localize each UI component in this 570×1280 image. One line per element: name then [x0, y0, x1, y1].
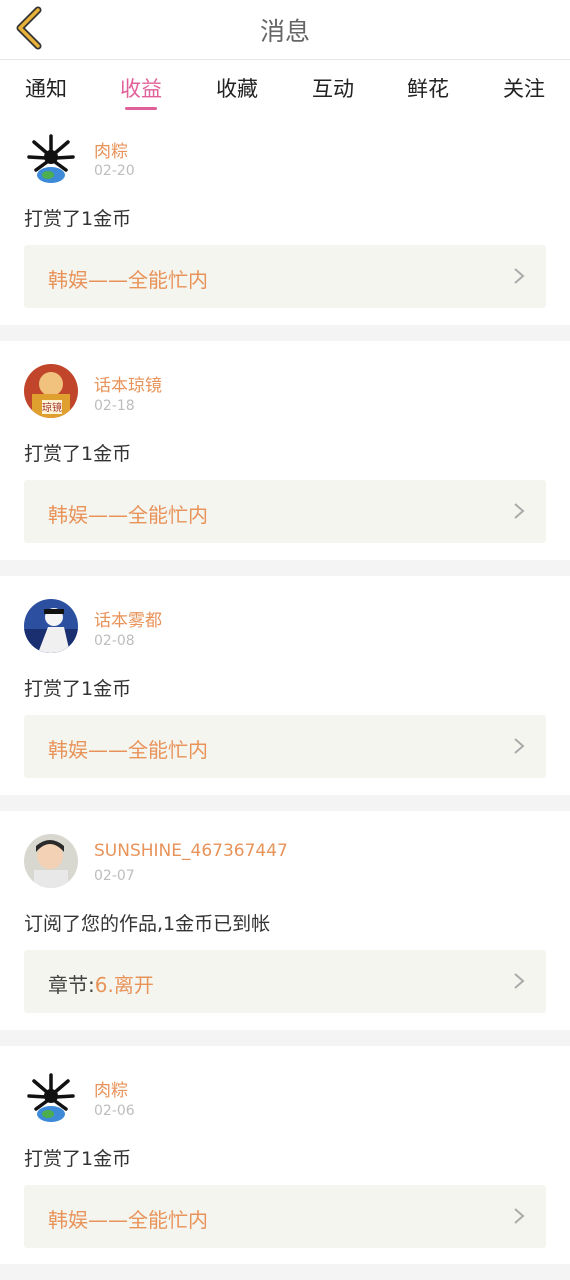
username[interactable]: 肉粽 — [94, 137, 128, 162]
chevron-right-icon — [514, 973, 525, 989]
divider — [0, 1264, 570, 1280]
chevron-right-icon — [514, 738, 525, 754]
message-text: 打赏了1金币 — [24, 1148, 132, 1170]
avatar[interactable] — [24, 834, 78, 888]
username[interactable]: 话本琼镜 — [94, 371, 162, 396]
avatar[interactable]: 琼镜 — [24, 364, 78, 418]
top-bar: 消息 — [0, 0, 570, 60]
tab-earnings[interactable]: 收益 — [111, 73, 171, 110]
work-link[interactable]: 韩娱——全能忙内 — [24, 1185, 546, 1248]
tab-flowers[interactable]: 鲜花 — [398, 73, 458, 103]
avatar[interactable] — [24, 130, 78, 184]
message-text: 订阅了您的作品,1金币已到帐 — [24, 913, 271, 935]
tab-interactions[interactable]: 互动 — [303, 73, 363, 103]
work-title: 韩娱——全能忙内 — [48, 268, 208, 292]
message-text: 打赏了1金币 — [24, 443, 132, 465]
chevron-right-icon — [514, 268, 525, 284]
avatar[interactable] — [24, 1069, 78, 1123]
message-date: 02-20 — [94, 163, 135, 179]
username[interactable]: 肉粽 — [94, 1076, 128, 1101]
active-tab-indicator — [125, 107, 157, 110]
work-title: 韩娱——全能忙内 — [48, 503, 208, 527]
work-link[interactable]: 韩娱——全能忙内 — [24, 715, 546, 778]
work-title: 韩娱——全能忙内 — [48, 738, 208, 762]
tab-favorites[interactable]: 收藏 — [207, 73, 267, 103]
divider — [0, 325, 570, 341]
divider — [0, 560, 570, 576]
chapter-title: 6.离开 — [94, 973, 154, 997]
tab-notifications[interactable]: 通知 — [16, 73, 76, 103]
message-text: 打赏了1金币 — [24, 678, 132, 700]
message-card: 肉粽 02-20 打赏了1金币 韩娱——全能忙内 — [0, 120, 570, 325]
message-card: 话本雾都 02-08 打赏了1金币 韩娱——全能忙内 — [0, 576, 570, 795]
tab-following[interactable]: 关注 — [494, 73, 554, 103]
message-date: 02-18 — [94, 398, 135, 414]
message-card: 肉粽 02-06 打赏了1金币 韩娱——全能忙内 — [0, 1046, 570, 1264]
avatar[interactable] — [24, 599, 78, 653]
username[interactable]: SUNSHINE_467367447 — [94, 841, 288, 861]
divider — [0, 1030, 570, 1046]
message-text: 打赏了1金币 — [24, 208, 132, 230]
svg-text:琼镜: 琼镜 — [42, 401, 62, 414]
tab-earnings-label: 收益 — [120, 77, 162, 101]
page-title: 消息 — [259, 17, 310, 46]
divider — [0, 795, 570, 811]
message-date: 02-08 — [94, 633, 135, 649]
tab-bar: 通知 收益 收藏 互动 鲜花 关注 — [0, 61, 570, 119]
username[interactable]: 话本雾都 — [94, 606, 162, 631]
chapter-prefix: 章节: — [48, 973, 95, 997]
chevron-right-icon — [514, 503, 525, 519]
message-date: 02-06 — [94, 1103, 135, 1119]
chapter-link[interactable]: 章节:6.离开 — [24, 950, 546, 1013]
work-title: 韩娱——全能忙内 — [48, 1208, 208, 1232]
work-link[interactable]: 韩娱——全能忙内 — [24, 480, 546, 543]
message-card: 琼镜 话本琼镜 02-18 打赏了1金币 韩娱——全能忙内 — [0, 341, 570, 560]
work-link[interactable]: 韩娱——全能忙内 — [24, 245, 546, 308]
chevron-right-icon — [514, 1208, 525, 1224]
message-card: SUNSHINE_467367447 02-07 订阅了您的作品,1金币已到帐 … — [0, 811, 570, 1030]
chapter-link-text: 章节:6.离开 — [48, 969, 154, 998]
message-date: 02-07 — [94, 868, 135, 884]
